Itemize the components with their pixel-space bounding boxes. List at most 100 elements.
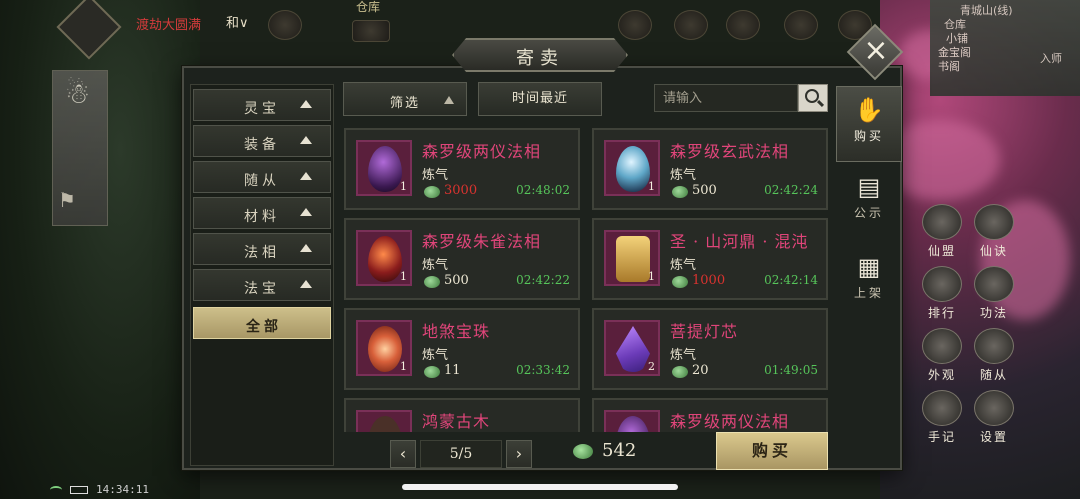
- sort-time-button[interactable]: 时间最近: [478, 82, 602, 116]
- coin-icon: [672, 366, 688, 378]
- item-currency-type: 炼气: [422, 258, 449, 273]
- category-material[interactable]: 材料: [193, 197, 331, 229]
- tab-announcement[interactable]: ▤ 公示: [836, 164, 902, 240]
- page-indicator: 5/5: [420, 440, 502, 468]
- ghost-icon: ☃: [65, 77, 91, 110]
- purple-egg-icon: [616, 416, 650, 432]
- item-quantity: 1: [648, 180, 655, 193]
- shrine-icon[interactable]: [726, 10, 760, 40]
- coin-icon: [424, 366, 440, 378]
- category-list: 灵宝 装备 随从 材料 法相 法宝 全部: [190, 84, 334, 466]
- item-thumbnail: 1: [356, 140, 412, 196]
- blue-egg-icon: [616, 146, 650, 192]
- item-timer: 01:49:05: [764, 363, 818, 377]
- side-skill-label: 功法: [979, 306, 1008, 320]
- side-skill-formula[interactable]: 仙诀: [970, 204, 1018, 259]
- category-faxiang[interactable]: 法相: [193, 233, 331, 265]
- tab-listing[interactable]: ▦ 上架: [836, 244, 902, 320]
- minimap-location: 青城山(线): [960, 4, 1013, 17]
- item-thumbnail: 1: [604, 140, 660, 196]
- chevron-up-icon: [300, 208, 312, 216]
- category-label: 材料: [244, 209, 280, 225]
- hand-icon: ✋: [854, 96, 884, 124]
- pavilion-icon[interactable]: [674, 10, 708, 40]
- player-status[interactable]: 和∨: [226, 12, 249, 31]
- companion-icon: [974, 328, 1014, 364]
- item-timer: 02:42:14: [764, 273, 818, 287]
- flag-icon[interactable]: ⚑: [58, 188, 76, 212]
- item-price: 1000: [692, 273, 726, 288]
- category-all[interactable]: 全部: [193, 307, 331, 339]
- gold-cauldron-icon: [616, 236, 650, 282]
- item-timer: 02:48:02: [516, 183, 570, 197]
- category-equipment[interactable]: 装备: [193, 125, 331, 157]
- item-price: 3000: [444, 183, 478, 198]
- coin-icon: [424, 276, 440, 288]
- filter-button[interactable]: 筛选: [343, 82, 467, 116]
- search-input[interactable]: [654, 84, 798, 112]
- wifi-icon: [50, 486, 62, 494]
- item-thumbnail: 1: [356, 230, 412, 286]
- side-skill-label: 排行: [927, 306, 956, 320]
- side-skill-technique[interactable]: 功法: [970, 266, 1018, 321]
- item-thumbnail: [604, 410, 660, 432]
- home-indicator[interactable]: [402, 484, 678, 490]
- item-timer: 02:42:22: [516, 273, 570, 287]
- filter-label: 筛选: [390, 96, 421, 111]
- item-timer: 02:33:42: [516, 363, 570, 377]
- item-card[interactable]: 森罗级两仪法相: [592, 398, 828, 432]
- formula-icon: [974, 204, 1014, 240]
- mask-icon[interactable]: [268, 10, 302, 40]
- item-price: 20: [692, 363, 709, 378]
- appearance-icon: [922, 328, 962, 364]
- item-card[interactable]: 1 圣 · 山河鼎 · 混沌 炼气 1000 02:42:14: [592, 218, 828, 300]
- side-skill-ranking[interactable]: 排行: [918, 266, 966, 321]
- category-companion[interactable]: 随从: [193, 161, 331, 193]
- minimap-poi: 入师: [1040, 52, 1062, 65]
- beast-icon[interactable]: [618, 10, 652, 40]
- category-label: 装备: [244, 137, 280, 153]
- item-card[interactable]: 2 菩提灯芯 炼气 20 01:49:05: [592, 308, 828, 390]
- item-card[interactable]: 1 森罗级朱雀法相 炼气 500 02:42:22: [344, 218, 580, 300]
- item-card[interactable]: 鸿蒙古木: [344, 398, 580, 432]
- triangle-up-icon: [444, 96, 454, 104]
- category-label: 法宝: [244, 281, 280, 297]
- minimap[interactable]: 青城山(线) 仓库 小铺 金宝阁 书阁 入师: [930, 0, 1080, 96]
- next-page-button[interactable]: ›: [506, 440, 532, 468]
- item-quantity: 2: [648, 360, 655, 373]
- side-skill-label: 手记: [927, 430, 956, 444]
- side-skill-label: 仙诀: [979, 244, 1008, 258]
- ranking-icon: [922, 266, 962, 302]
- side-skill-appearance[interactable]: 外观: [918, 328, 966, 383]
- item-name: 森罗级玄武法相: [670, 142, 790, 161]
- item-card[interactable]: 1 森罗级玄武法相 炼气 500 02:42:24: [592, 128, 828, 210]
- item-card[interactable]: 1 森罗级两仪法相 炼气 3000 02:48:02: [344, 128, 580, 210]
- fire-orb-icon: [368, 326, 402, 372]
- buy-button[interactable]: 购买: [716, 432, 828, 470]
- settings-icon: [974, 390, 1014, 426]
- clock: 14:34:11: [96, 483, 149, 496]
- item-grid[interactable]: 1 森罗级两仪法相 炼气 3000 02:48:02 1 森罗级玄武法相 炼气 500 02:42…: [342, 124, 830, 432]
- purple-egg-icon: [368, 146, 402, 192]
- side-skill-companion[interactable]: 随从: [970, 328, 1018, 383]
- category-fabao[interactable]: 法宝: [193, 269, 331, 301]
- item-currency-type: 炼气: [670, 348, 697, 363]
- tab-buy[interactable]: ✋ 购买: [836, 86, 902, 162]
- item-timer: 02:42:24: [764, 183, 818, 197]
- item-currency-type: 炼气: [670, 168, 697, 183]
- item-card[interactable]: 1 地煞宝珠 炼气 11 02:33:42: [344, 308, 580, 390]
- side-skill-settings[interactable]: 设置: [970, 390, 1018, 445]
- scroll-icon[interactable]: [784, 10, 818, 40]
- item-name: 地煞宝珠: [422, 322, 491, 341]
- item-quantity: 1: [400, 180, 407, 193]
- search-button[interactable]: [798, 84, 828, 112]
- book-icon[interactable]: [352, 20, 390, 42]
- category-lingbao[interactable]: 灵宝: [193, 89, 331, 121]
- coin-icon: [672, 186, 688, 198]
- item-price: 500: [444, 273, 469, 288]
- close-icon[interactable]: ×: [862, 33, 890, 69]
- side-skill-journal[interactable]: 手记: [918, 390, 966, 445]
- prev-page-button[interactable]: ‹: [390, 440, 416, 468]
- item-currency-type: 炼气: [670, 258, 697, 273]
- side-skill-guild[interactable]: 仙盟: [918, 204, 966, 259]
